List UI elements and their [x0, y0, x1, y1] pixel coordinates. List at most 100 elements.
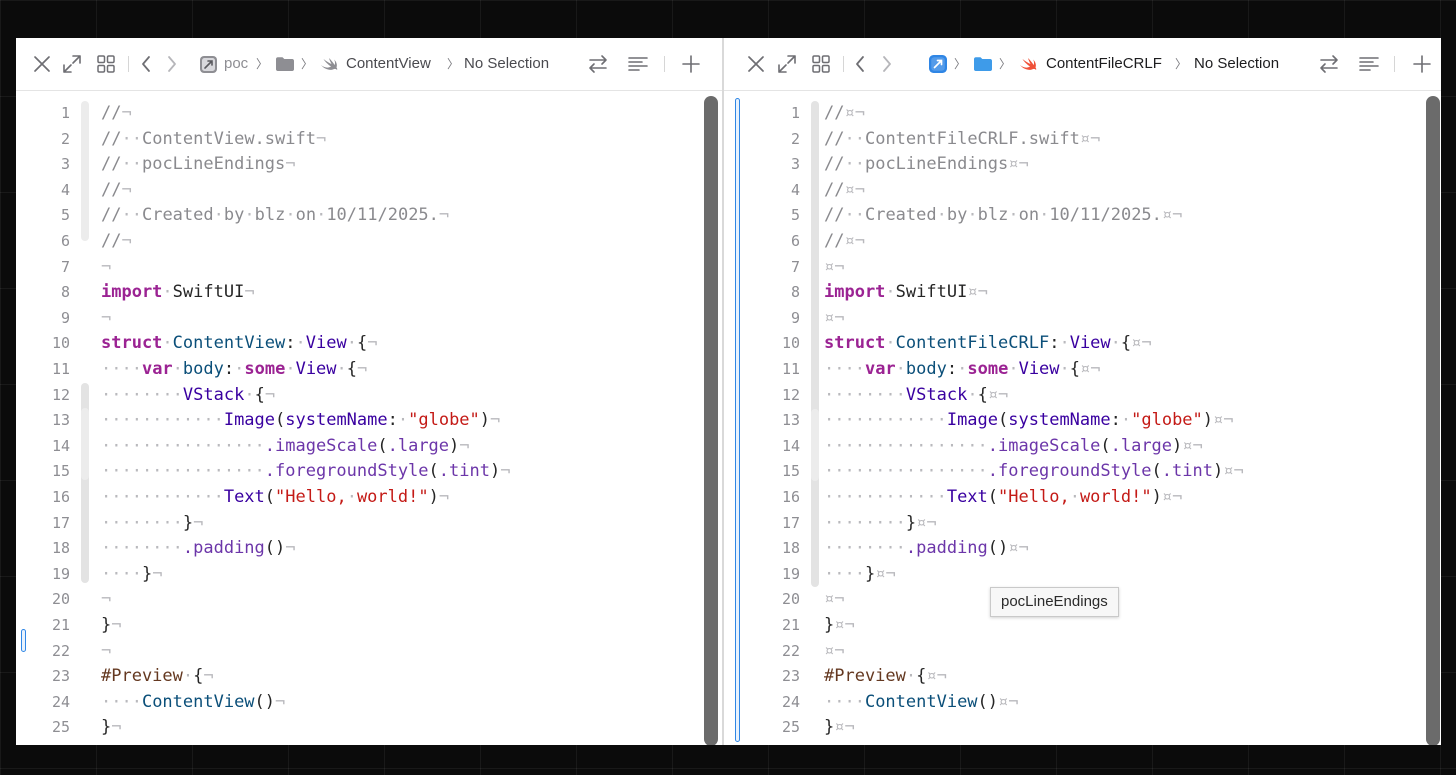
line-number: 8 [790, 283, 800, 302]
code-fold-ribbon[interactable] [811, 409, 819, 481]
code-line[interactable]: ¬ [101, 255, 111, 281]
code-line[interactable]: ····}¤¬ [824, 562, 896, 588]
breadcrumb-project[interactable]: poc [224, 54, 248, 74]
code-line[interactable]: ············Image(systemName:·"globe")¬ [101, 408, 500, 434]
code-line[interactable]: ¬ [101, 306, 111, 332]
breadcrumb-symbol[interactable]: No Selection [1194, 54, 1279, 74]
code-line[interactable]: import·SwiftUI¤¬ [824, 280, 988, 306]
swap-arrows-icon[interactable] [1317, 52, 1341, 76]
code-token: Created [141, 205, 214, 226]
code-editor-left[interactable]: 1 2 3 4 5 6 7 8 9 10 11 12 13 14 15 16 17 18 19 20 21 22 23 24 2… [16, 91, 722, 745]
code-line[interactable]: //¤¬ [824, 229, 865, 255]
code-token: ( [998, 410, 1009, 431]
code-line[interactable]: ¬ [101, 639, 111, 665]
code-token: ¤¬ [1182, 435, 1203, 456]
code-line[interactable]: //··pocLineEndings¤¬ [824, 152, 1029, 178]
code-line[interactable]: ¬ [101, 587, 111, 613]
expand-icon[interactable] [60, 52, 84, 76]
code-token: ········ [824, 384, 906, 405]
code-line[interactable]: ¤¬ [824, 255, 844, 281]
folder-icon[interactable] [274, 52, 296, 76]
code-line[interactable]: //¤¬ [824, 101, 865, 127]
code-line[interactable]: ················.imageScale(.large)¤¬ [824, 434, 1203, 460]
swap-arrows-icon[interactable] [586, 52, 610, 76]
code-line[interactable]: ¤¬ [824, 587, 844, 613]
lines-icon[interactable] [1357, 52, 1381, 76]
close-icon[interactable] [744, 52, 768, 76]
code-token: · [244, 205, 255, 226]
code-line[interactable]: #Preview·{¤¬ [824, 664, 947, 690]
code-line[interactable]: }¤¬ [824, 715, 855, 741]
code-line[interactable]: //··ContentView.swift¬ [101, 127, 326, 153]
code-line[interactable]: ····}¬ [101, 562, 162, 588]
code-line[interactable]: ················.foregroundStyle(.tint)¤… [824, 459, 1244, 485]
project-app-icon[interactable] [927, 52, 949, 76]
code-line[interactable]: ¤¬ [824, 306, 844, 332]
code-line[interactable]: #Preview·{¬ [101, 664, 214, 690]
code-line[interactable]: ············Text("Hello,·world!")¬ [101, 485, 449, 511]
code-line[interactable]: ············Text("Hello,·world!")¤¬ [824, 485, 1182, 511]
code-line[interactable]: //¬ [101, 229, 132, 255]
swift-file-icon[interactable] [1017, 52, 1039, 76]
code-token: ¬ [315, 128, 327, 149]
chevron-left-icon[interactable] [136, 52, 156, 76]
chevron-right-icon[interactable] [877, 52, 897, 76]
code-token: ···· [824, 563, 865, 584]
lines-icon[interactable] [626, 52, 650, 76]
code-token: ¤¬ [1161, 205, 1183, 226]
breadcrumb-file[interactable]: ContentFileCRLF [1046, 54, 1162, 74]
code-line[interactable]: struct·ContentFileCRLF:·View·{¤¬ [824, 331, 1152, 357]
code-line[interactable]: ········.padding()¤¬ [824, 536, 1029, 562]
folder-icon[interactable] [972, 52, 994, 76]
code-editor-right[interactable]: 1 2 3 4 5 6 7 8 9 10 11 12 13 14 15 16 17 18 19 20 21 22 23 24 2… [724, 91, 1441, 745]
code-line[interactable]: struct·ContentView:·View·{¬ [101, 331, 377, 357]
code-line[interactable]: ················.foregroundStyle(.tint)¬ [101, 459, 510, 485]
line-number: 7 [790, 257, 800, 276]
code-line[interactable]: }¬ [101, 613, 122, 639]
code-fold-ribbon[interactable] [81, 408, 89, 480]
plus-icon[interactable] [679, 52, 703, 76]
code-line[interactable]: //¬ [101, 178, 132, 204]
code-fold-ribbon[interactable] [81, 101, 89, 241]
code-token: : [285, 333, 296, 354]
expand-icon[interactable] [775, 52, 799, 76]
code-line[interactable]: ········VStack·{¬ [101, 383, 275, 409]
code-line[interactable]: ····var·body:·some·View·{¤¬ [824, 357, 1101, 383]
code-line[interactable]: ················.imageScale(.large)¬ [101, 434, 470, 460]
project-app-icon[interactable] [197, 52, 219, 76]
code-line[interactable]: ········.padding()¬ [101, 536, 296, 562]
code-line[interactable]: import·SwiftUI¬ [101, 280, 255, 306]
code-line[interactable]: //··pocLineEndings¬ [101, 152, 296, 178]
breadcrumb-file[interactable]: ContentView [346, 54, 431, 74]
grid-icon[interactable] [94, 52, 118, 76]
close-icon[interactable] [30, 52, 54, 76]
grid-icon[interactable] [809, 52, 833, 76]
code-token: ¤¬ [844, 179, 865, 200]
code-line[interactable]: ····ContentView()¬ [101, 690, 285, 716]
code-line[interactable]: //··Created·by·blz·on·10/11/2025.¬ [101, 203, 449, 229]
jump-bar-right: 〉 〉 ContentFileCRLF 〉 No Selection [724, 38, 1441, 91]
swift-file-icon[interactable] [318, 52, 340, 76]
code-line[interactable]: }¬ [101, 715, 122, 741]
code-line[interactable]: //¤¬ [824, 178, 865, 204]
code-line[interactable]: }¤¬ [824, 613, 855, 639]
chevron-left-icon[interactable] [850, 52, 870, 76]
code-line[interactable]: //··ContentFileCRLF.swift¤¬ [824, 127, 1100, 153]
code-token: : [1049, 333, 1060, 354]
code-line[interactable]: //··Created·by·blz·on·10/11/2025.¤¬ [824, 203, 1182, 229]
code-line[interactable]: ············Image(systemName:·"globe")¤¬ [824, 408, 1234, 434]
code-line[interactable]: ¤¬ [824, 639, 844, 665]
code-line[interactable]: ········}¬ [101, 511, 203, 537]
code-line[interactable]: ····ContentView()¤¬ [824, 690, 1019, 716]
code-line[interactable]: ········VStack·{¤¬ [824, 383, 1008, 409]
code-line[interactable]: ····var·body:·some·View·{¬ [101, 357, 367, 383]
code-line[interactable]: //¬ [101, 101, 132, 127]
vertical-scrollbar[interactable] [704, 96, 718, 745]
code-line[interactable]: ········}¤¬ [824, 511, 937, 537]
vertical-scrollbar[interactable] [1426, 96, 1440, 745]
breadcrumb-symbol[interactable]: No Selection [464, 54, 549, 74]
code-token: ¤¬ [1079, 128, 1101, 149]
chevron-right-icon[interactable] [162, 52, 182, 76]
code-fold-ribbon[interactable] [811, 101, 819, 587]
plus-icon[interactable] [1410, 52, 1434, 76]
